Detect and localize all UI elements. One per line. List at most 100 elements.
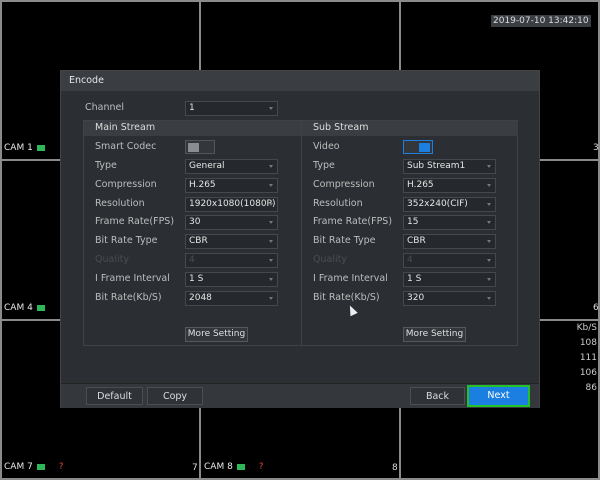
camera-label-8: CAM 8? <box>204 462 264 472</box>
select-value: 2048 <box>189 292 212 303</box>
next-button[interactable]: Next <box>467 385 530 407</box>
camera-label-7: CAM 7? <box>4 462 64 472</box>
select-value: 352x240(CIF) <box>407 198 468 209</box>
select-value: H.265 <box>407 179 434 190</box>
field-label: Compression <box>313 178 375 190</box>
field-select[interactable]: Sub Stream1 <box>403 159 496 174</box>
smart-codec-toggle[interactable] <box>185 140 215 154</box>
encode-dialog: Encode Channel 1 Main Stream Sub Stream … <box>60 70 540 408</box>
camera-icon <box>36 305 45 311</box>
camera-icon <box>36 464 45 470</box>
bitrate-value: 86 <box>585 383 597 393</box>
camera-name: CAM 1 <box>4 143 33 153</box>
dropdown-arrow-icon <box>487 240 491 244</box>
dialog-title: Encode <box>61 71 539 91</box>
dropdown-arrow-icon <box>487 183 491 187</box>
bitrate-header: Kb/S <box>576 323 597 333</box>
camera-label-4: CAM 4 <box>4 303 45 313</box>
select-value: Sub Stream1 <box>407 161 466 171</box>
bitrate-value: 111 <box>579 353 597 363</box>
field-select[interactable]: 2048 <box>185 290 278 306</box>
field-label: Compression <box>95 178 157 190</box>
sub-stream-header: Sub Stream <box>302 121 518 136</box>
field-select[interactable]: CBR <box>185 234 278 250</box>
select-value: CBR <box>189 236 208 247</box>
stream-panel: Main Stream Sub Stream Smart Codec Type Ge… <box>83 120 518 346</box>
field-select[interactable]: General <box>185 159 278 174</box>
channel-number: 3 <box>593 143 599 153</box>
camera-label-1: CAM 1 <box>4 143 45 153</box>
select-value: CBR <box>407 236 426 247</box>
dialog-footer: Default Copy Back Next <box>61 383 539 408</box>
field-label: Bit Rate(Kb/S) <box>95 291 162 303</box>
bitrate-value: 108 <box>579 338 597 348</box>
field-label: Bit Rate(Kb/S) <box>313 291 380 303</box>
field-select[interactable]: 30 <box>185 215 278 231</box>
main-stream-header: Main Stream <box>84 121 301 136</box>
field-label: I Frame Interval <box>313 272 388 284</box>
field-select[interactable]: 1 S <box>403 271 496 287</box>
dropdown-arrow-icon <box>487 296 491 300</box>
field-label: Resolution <box>313 197 363 209</box>
smart-codec-label: Smart Codec <box>95 141 157 152</box>
dropdown-arrow-icon <box>487 221 491 225</box>
camera-name: CAM 4 <box>4 303 33 313</box>
field-select[interactable]: 320 <box>403 290 496 306</box>
field-select[interactable]: H.265 <box>403 177 496 193</box>
back-button[interactable]: Back <box>410 387 465 405</box>
field-select[interactable]: 15 <box>403 215 496 231</box>
dropdown-arrow-icon <box>269 107 273 110</box>
field-label: Type <box>95 160 117 171</box>
field-label: Frame Rate(FPS) <box>313 216 393 228</box>
camera-icon <box>36 145 45 151</box>
select-value: 30 <box>189 217 201 228</box>
dropdown-arrow-icon <box>269 202 273 206</box>
field-label: Quality <box>95 254 129 265</box>
field-label: Frame Rate(FPS) <box>95 216 175 228</box>
toggle-knob <box>188 143 199 152</box>
dropdown-arrow-icon <box>487 165 491 168</box>
dropdown-arrow-icon <box>269 296 273 300</box>
select-value: 4 <box>407 255 413 265</box>
camera-name: CAM 8 <box>204 462 233 472</box>
field-label: Resolution <box>95 197 145 209</box>
unknown-status-icon: ? <box>58 462 64 472</box>
dropdown-arrow-icon <box>269 259 273 262</box>
panel-divider <box>301 121 302 345</box>
video-toggle[interactable] <box>403 140 433 154</box>
toggle-knob <box>419 143 430 152</box>
more-setting-button[interactable]: More Setting <box>403 327 466 342</box>
dropdown-arrow-icon <box>269 165 273 168</box>
channel-select[interactable]: 1 <box>185 101 278 116</box>
dropdown-arrow-icon <box>269 240 273 244</box>
copy-button[interactable]: Copy <box>147 387 203 405</box>
bitrate-value: 106 <box>579 368 597 378</box>
camera-icon <box>236 464 245 470</box>
select-value: H.265 <box>189 179 216 190</box>
field-select[interactable]: 1 S <box>185 271 278 287</box>
select-value: 1 <box>189 103 195 113</box>
select-value: 1 S <box>189 273 204 284</box>
select-value: 1920x1080(1080P) <box>189 198 276 209</box>
default-button[interactable]: Default <box>86 387 143 405</box>
unknown-status-icon: ? <box>258 462 264 472</box>
channel-number: 8 <box>392 463 398 473</box>
field-label: Quality <box>313 254 347 265</box>
field-label: Bit Rate Type <box>313 235 376 247</box>
field-label: Type <box>313 160 335 171</box>
field-label: I Frame Interval <box>95 272 170 284</box>
field-label: Bit Rate Type <box>95 235 158 247</box>
more-setting-button[interactable]: More Setting <box>185 327 248 342</box>
video-label: Video <box>313 141 340 152</box>
dropdown-arrow-icon <box>487 202 491 206</box>
dropdown-arrow-icon <box>269 183 273 187</box>
field-select[interactable]: H.265 <box>185 177 278 193</box>
channel-number: 6 <box>593 303 599 313</box>
select-value: 4 <box>189 255 195 265</box>
field-select[interactable]: CBR <box>403 234 496 250</box>
channel-label: Channel <box>85 102 125 113</box>
field-select[interactable]: 352x240(CIF) <box>403 196 496 212</box>
select-value: 1 S <box>407 273 422 284</box>
channel-number: 7 <box>192 463 198 473</box>
field-select[interactable]: 1920x1080(1080P) <box>185 196 278 212</box>
